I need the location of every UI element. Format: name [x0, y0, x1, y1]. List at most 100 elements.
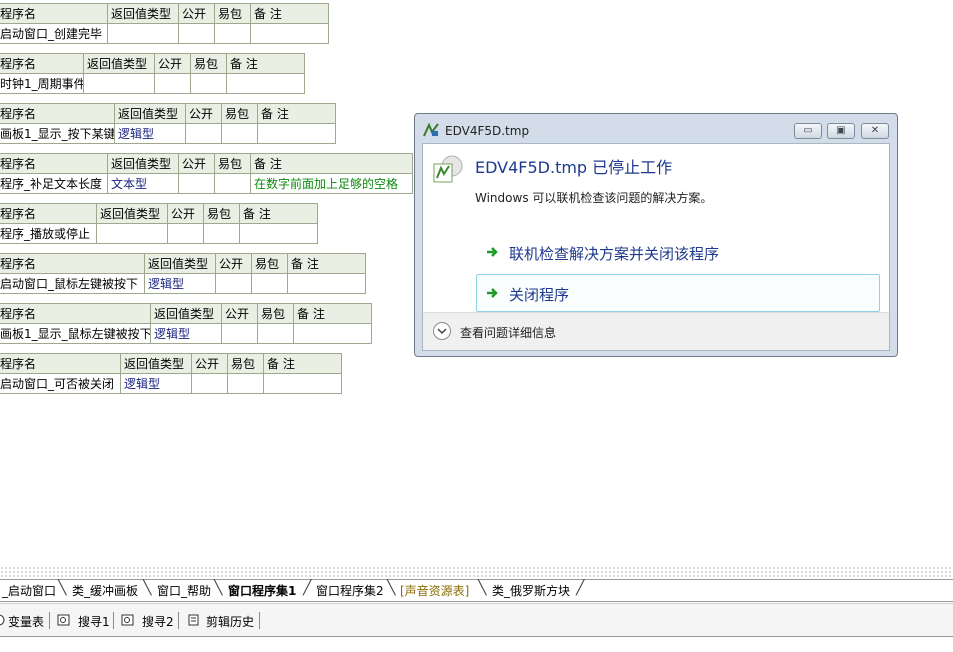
public-cell[interactable]	[215, 273, 252, 294]
col-header-return-type: 返回值类型	[107, 3, 179, 24]
dialog-content: EDV4F5D.tmp 已停止工作 Windows 可以联机检查该问题的解决方案…	[422, 143, 890, 351]
check-online-label: 联机检查解决方案并关闭该程序	[509, 245, 720, 263]
remark-cell[interactable]	[239, 223, 318, 244]
subprogram-name-cell[interactable]: 程序_播放或停止	[0, 223, 97, 244]
return-type-cell[interactable]	[96, 223, 168, 244]
return-type-cell[interactable]: 逻辑型	[144, 273, 216, 294]
col-header-name: 程序名	[0, 203, 97, 224]
green-arrow-icon	[487, 247, 498, 257]
tab-separator: ╲	[58, 580, 67, 596]
tab-separator: ╲	[143, 580, 152, 596]
remark-cell[interactable]	[226, 73, 305, 94]
dialog-titlebar[interactable]: EDV4F5D.tmp ▭ ▣ ✕	[415, 114, 897, 144]
subprogram-name-cell[interactable]: 画板1_显示_鼠标左键被按下	[0, 323, 151, 344]
subprogram-name-cell[interactable]: 画板1_显示_按下某键	[0, 123, 115, 144]
tab-bar: _启动窗口 ╲ 类_缓冲画板 ╲ 窗口_帮助 ╲ 窗口程序集1 ╱ 窗口程序集2…	[0, 579, 953, 602]
search1-tab[interactable]: 搜寻1	[78, 613, 110, 630]
col-header-remark: 备 注	[287, 253, 366, 274]
remark-cell[interactable]	[257, 123, 336, 144]
public-cell[interactable]	[191, 373, 228, 394]
crash-dialog: EDV4F5D.tmp ▭ ▣ ✕ EDV4F5D.tmp 已停止工作 Wind…	[414, 113, 898, 357]
col-header-name: 程序名	[0, 303, 151, 324]
package-cell[interactable]	[257, 323, 294, 344]
return-type-cell[interactable]	[83, 73, 155, 94]
close-program-button[interactable]: 关闭程序	[476, 274, 880, 312]
return-type-cell[interactable]: 逻辑型	[150, 323, 222, 344]
remark-cell[interactable]	[287, 273, 366, 294]
tab-tetris-class[interactable]: 类_俄罗斯方块	[492, 582, 570, 599]
variable-table-icon	[0, 614, 5, 626]
col-header-remark: 备 注	[250, 153, 413, 174]
main-message: EDV4F5D.tmp 已停止工作	[475, 158, 673, 177]
remark-cell[interactable]: 在数字前面加上足够的空格	[250, 173, 413, 194]
remark-cell[interactable]	[263, 373, 342, 394]
package-cell[interactable]	[227, 373, 264, 394]
remark-cell[interactable]	[293, 323, 372, 344]
package-cell[interactable]	[251, 273, 288, 294]
dialog-title: EDV4F5D.tmp	[445, 124, 530, 138]
bottom-toolbar: 变量表 搜寻1 搜寻2 剪辑历史	[0, 603, 953, 637]
col-header-name: 程序名	[0, 3, 108, 24]
search2-tab[interactable]: 搜寻2	[142, 613, 174, 630]
minimize-button[interactable]: ▭	[794, 123, 822, 139]
col-header-public: 公开	[185, 103, 222, 124]
col-header-public: 公开	[167, 203, 204, 224]
close-button[interactable]: ✕	[861, 123, 889, 139]
subprogram-name-cell[interactable]: 启动窗口_创建完毕	[0, 23, 108, 44]
tab-help-window[interactable]: 窗口_帮助	[157, 582, 211, 599]
tab-sound-resources[interactable]: [声音资源表]	[400, 582, 469, 599]
subprogram-table: 程序名 返回值类型 公开 易包 备 注 启动窗口_创建完毕	[0, 3, 329, 44]
return-type-cell[interactable]: 文本型	[107, 173, 179, 194]
col-header-name: 程序名	[0, 253, 145, 274]
return-type-cell[interactable]	[107, 23, 179, 44]
minimize-icon: ▭	[803, 125, 813, 136]
col-header-return-type: 返回值类型	[150, 303, 222, 324]
toolbar-divider	[259, 612, 260, 629]
subprogram-table: 程序名 返回值类型 公开 易包 备 注 时钟1_周期事件	[0, 53, 305, 94]
public-cell[interactable]	[185, 123, 222, 144]
package-cell[interactable]	[221, 123, 258, 144]
subprogram-name-cell[interactable]: 程序_补足文本长度	[0, 173, 108, 194]
package-cell[interactable]	[214, 23, 251, 44]
package-cell[interactable]	[203, 223, 240, 244]
col-header-name: 程序名	[0, 53, 84, 74]
public-cell[interactable]	[178, 173, 215, 194]
col-header-public: 公开	[178, 3, 215, 24]
public-cell[interactable]	[154, 73, 191, 94]
variable-table-tab[interactable]: 变量表	[8, 613, 44, 630]
subprogram-name-cell[interactable]: 启动窗口_鼠标左键被按下	[0, 273, 145, 294]
subprogram-table: 程序名 返回值类型 公开 易包 备 注 程序_播放或停止	[0, 203, 318, 244]
tab-separator: ╲	[214, 580, 223, 596]
tab-separator: ╱	[303, 580, 312, 596]
subprogram-name-cell[interactable]: 启动窗口_可否被关闭	[0, 373, 121, 394]
col-header-return-type: 返回值类型	[144, 253, 216, 274]
remark-cell[interactable]	[250, 23, 329, 44]
public-cell[interactable]	[178, 23, 215, 44]
subprogram-name-cell[interactable]: 时钟1_周期事件	[0, 73, 84, 94]
public-cell[interactable]	[167, 223, 204, 244]
package-cell[interactable]	[190, 73, 227, 94]
clip-history-tab[interactable]: 剪辑历史	[206, 613, 254, 630]
check-online-button[interactable]: 联机检查解决方案并关闭该程序	[476, 233, 880, 271]
tab-window-assembly-1[interactable]: 窗口程序集1	[228, 582, 296, 599]
col-header-package: 易包	[221, 103, 258, 124]
col-header-remark: 备 注	[293, 303, 372, 324]
program-icon	[433, 155, 463, 183]
dialog-footer: 查看问题详细信息	[423, 312, 889, 350]
green-arrow-icon	[487, 288, 498, 298]
tab-startup-window[interactable]: _启动窗口	[2, 582, 56, 599]
search-icon	[121, 614, 134, 626]
tab-window-assembly-2[interactable]: 窗口程序集2	[316, 582, 384, 599]
col-header-package: 易包	[214, 3, 251, 24]
return-type-cell[interactable]: 逻辑型	[120, 373, 192, 394]
package-cell[interactable]	[214, 173, 251, 194]
col-header-public: 公开	[154, 53, 191, 74]
chevron-down-icon[interactable]	[433, 322, 451, 340]
sub-message: Windows 可以联机检查该问题的解决方案。	[475, 191, 713, 205]
tab-buffer-canvas[interactable]: 类_缓冲画板	[72, 582, 138, 599]
restore-button[interactable]: ▣	[827, 123, 855, 139]
col-header-public: 公开	[178, 153, 215, 174]
view-details-link[interactable]: 查看问题详细信息	[460, 324, 556, 341]
return-type-cell[interactable]: 逻辑型	[114, 123, 186, 144]
public-cell[interactable]	[221, 323, 258, 344]
